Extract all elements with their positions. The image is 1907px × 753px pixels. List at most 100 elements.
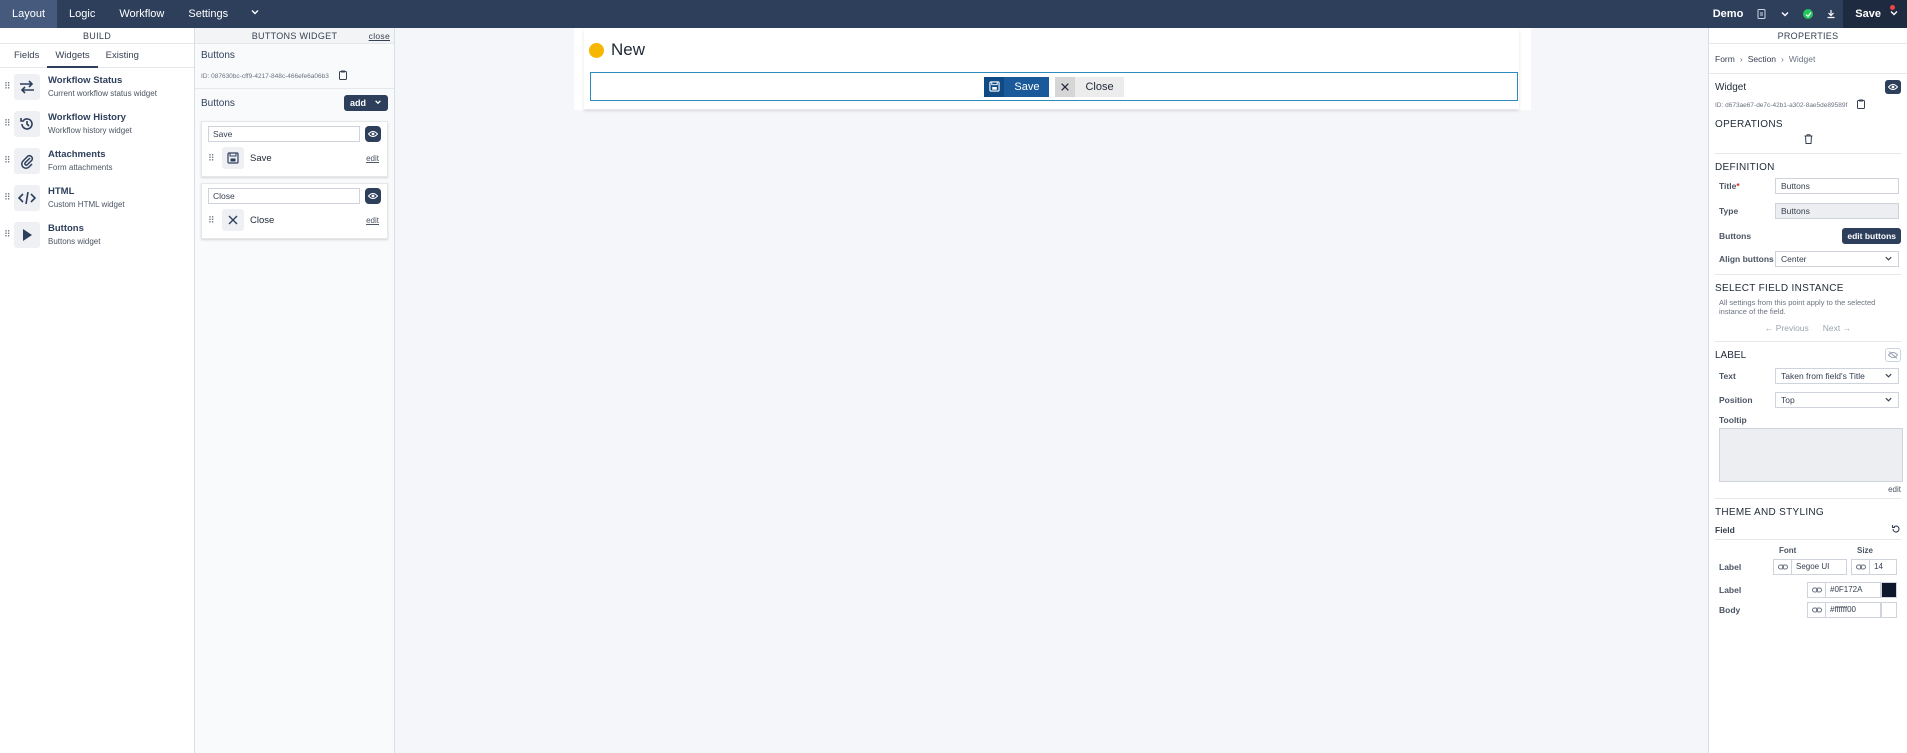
label-text-select[interactable]: Taken from field's Title: [1775, 368, 1899, 384]
link-icon[interactable]: [1807, 581, 1825, 598]
nav-more-chevron-icon[interactable]: [240, 0, 270, 28]
tooltip-textarea[interactable]: [1719, 428, 1903, 482]
form-title: New: [589, 40, 645, 60]
drag-handle-icon[interactable]: ⠿: [4, 192, 14, 203]
widget-desc: Buttons widget: [48, 237, 101, 246]
tab-existing[interactable]: Existing: [98, 44, 147, 68]
label-font-input[interactable]: Segoe UI: [1791, 558, 1847, 575]
next-instance-button[interactable]: Next →: [1823, 323, 1851, 333]
type-readonly-field: Buttons: [1775, 203, 1899, 219]
link-icon[interactable]: [1807, 601, 1825, 618]
tooltip-edit-link[interactable]: edit: [1715, 485, 1901, 494]
title-input[interactable]: [1775, 178, 1899, 194]
add-button-label: add: [349, 98, 366, 108]
link-icon[interactable]: [1773, 558, 1791, 575]
body-color-input[interactable]: #ffffff00: [1825, 601, 1881, 618]
workspace-chevron-down-icon[interactable]: [1777, 6, 1793, 22]
button-label: Save: [250, 152, 272, 164]
widget-item-buttons[interactable]: ⠿ Buttons Buttons widget: [0, 216, 194, 253]
widget-item-workflow-status[interactable]: ⠿ Workflow Status Current workflow statu…: [0, 68, 194, 105]
visibility-eye-icon[interactable]: [365, 188, 381, 204]
properties-panel: PROPERTIES Form › Section › Widget Widge…: [1708, 28, 1907, 753]
nav-layout[interactable]: Layout: [0, 0, 58, 28]
widget-item-attachments[interactable]: ⠿ Attachments Form attachments: [0, 142, 194, 179]
workflow-status-icon: [14, 73, 40, 100]
widget-name: Buttons: [48, 223, 84, 234]
nav-workflow[interactable]: Workflow: [107, 0, 176, 28]
buttons-widget-preview[interactable]: Save Close: [590, 72, 1518, 101]
eye-off-icon[interactable]: [1885, 348, 1901, 362]
button-label-input[interactable]: [208, 126, 360, 142]
drag-handle-icon[interactable]: ⠿: [208, 153, 218, 164]
body-color-swatch[interactable]: [1881, 601, 1897, 618]
top-nav: Layout Logic Workflow Settings: [0, 0, 270, 28]
breadcrumb: Form › Section › Widget: [1709, 44, 1907, 74]
form-canvas: New Save Close: [395, 28, 1708, 753]
code-icon: [14, 184, 40, 211]
link-icon[interactable]: [1851, 558, 1869, 575]
widget-item-workflow-history[interactable]: ⠿ Workflow History Workflow history widg…: [0, 105, 194, 142]
save-button[interactable]: Save: [1843, 0, 1907, 28]
widget-desc: Custom HTML widget: [48, 200, 125, 209]
button-label-input[interactable]: [208, 188, 360, 204]
visibility-eye-icon[interactable]: [1885, 80, 1901, 94]
drag-handle-icon[interactable]: ⠿: [208, 215, 218, 226]
reset-icon[interactable]: [1891, 524, 1901, 536]
edit-button-link[interactable]: edit: [366, 216, 379, 225]
label-position-select[interactable]: Top: [1775, 392, 1899, 408]
download-icon[interactable]: [1823, 6, 1839, 22]
build-tabs: Fields Widgets Existing: [0, 44, 194, 68]
nav-settings[interactable]: Settings: [176, 0, 240, 28]
save-icon: [984, 76, 1005, 97]
drag-handle-icon[interactable]: ⠿: [4, 118, 14, 129]
theme-title: THEME AND STYLING: [1715, 507, 1825, 518]
previous-instance-button[interactable]: ← Previous: [1765, 323, 1809, 333]
workspace-name: Demo: [1712, 8, 1744, 20]
edit-buttons-button[interactable]: edit buttons: [1842, 228, 1901, 244]
preview-save-label: Save: [1014, 80, 1040, 93]
drag-handle-icon[interactable]: ⠿: [4, 155, 14, 166]
add-chevron-down-icon: [374, 98, 382, 108]
label-position-value: Top: [1781, 395, 1795, 405]
close-icon: [1055, 76, 1076, 97]
widget-id: ID: 087630bc-cff9-4217-848c-466efe6a06b3: [201, 70, 388, 82]
breadcrumb-chevron-icon: ›: [1781, 53, 1784, 64]
delete-trash-icon[interactable]: [1715, 134, 1901, 147]
breadcrumb-form[interactable]: Form: [1715, 54, 1735, 64]
drag-handle-icon[interactable]: ⠿: [4, 81, 14, 92]
label-color-swatch[interactable]: [1881, 581, 1897, 598]
visibility-eye-icon[interactable]: [365, 126, 381, 142]
breadcrumb-section[interactable]: Section: [1748, 54, 1776, 64]
label-position-label: Position: [1719, 395, 1753, 405]
clipboard-icon[interactable]: [338, 70, 347, 82]
select-instance-hint: All settings from this point apply to th…: [1719, 298, 1876, 316]
edit-button-link[interactable]: edit: [366, 154, 379, 163]
buttons-widget-title: BUTTONS WIDGET: [251, 31, 338, 41]
drag-handle-icon[interactable]: ⠿: [4, 229, 14, 240]
label-size-input[interactable]: 14: [1869, 558, 1897, 575]
nav-logic[interactable]: Logic: [57, 0, 107, 28]
label-color-input[interactable]: #0F172A: [1825, 581, 1881, 598]
document-icon[interactable]: [1753, 6, 1769, 22]
build-panel: BUILD Fields Widgets Existing ⠿ Workflow…: [0, 28, 195, 753]
button-card-close: ⠿ Close edit: [201, 183, 388, 239]
widget-name: Workflow History: [48, 112, 126, 123]
preview-close-button[interactable]: Close: [1055, 76, 1124, 97]
buttons-widget-panel: BUTTONS WIDGET close Buttons ID: 087630b…: [195, 28, 395, 753]
status-check-icon: [1803, 9, 1814, 19]
clipboard-icon[interactable]: [1857, 99, 1866, 111]
tab-widgets[interactable]: Widgets: [47, 44, 98, 68]
add-button[interactable]: add: [343, 95, 388, 111]
align-buttons-select[interactable]: Center: [1775, 251, 1899, 267]
button-label: Close: [250, 214, 275, 226]
align-buttons-value: Center: [1781, 254, 1807, 264]
properties-title: PROPERTIES: [1709, 28, 1907, 44]
build-panel-title: BUILD: [0, 28, 194, 44]
breadcrumb-widget: Widget: [1788, 53, 1816, 64]
preview-save-button[interactable]: Save: [984, 76, 1050, 97]
close-panel-link[interactable]: close: [369, 28, 390, 44]
widget-item-html[interactable]: ⠿ HTML Custom HTML widget: [0, 179, 194, 216]
buttons-list-label: Buttons: [201, 97, 235, 109]
chevron-down-icon: [1884, 254, 1893, 265]
tab-fields[interactable]: Fields: [6, 44, 47, 68]
